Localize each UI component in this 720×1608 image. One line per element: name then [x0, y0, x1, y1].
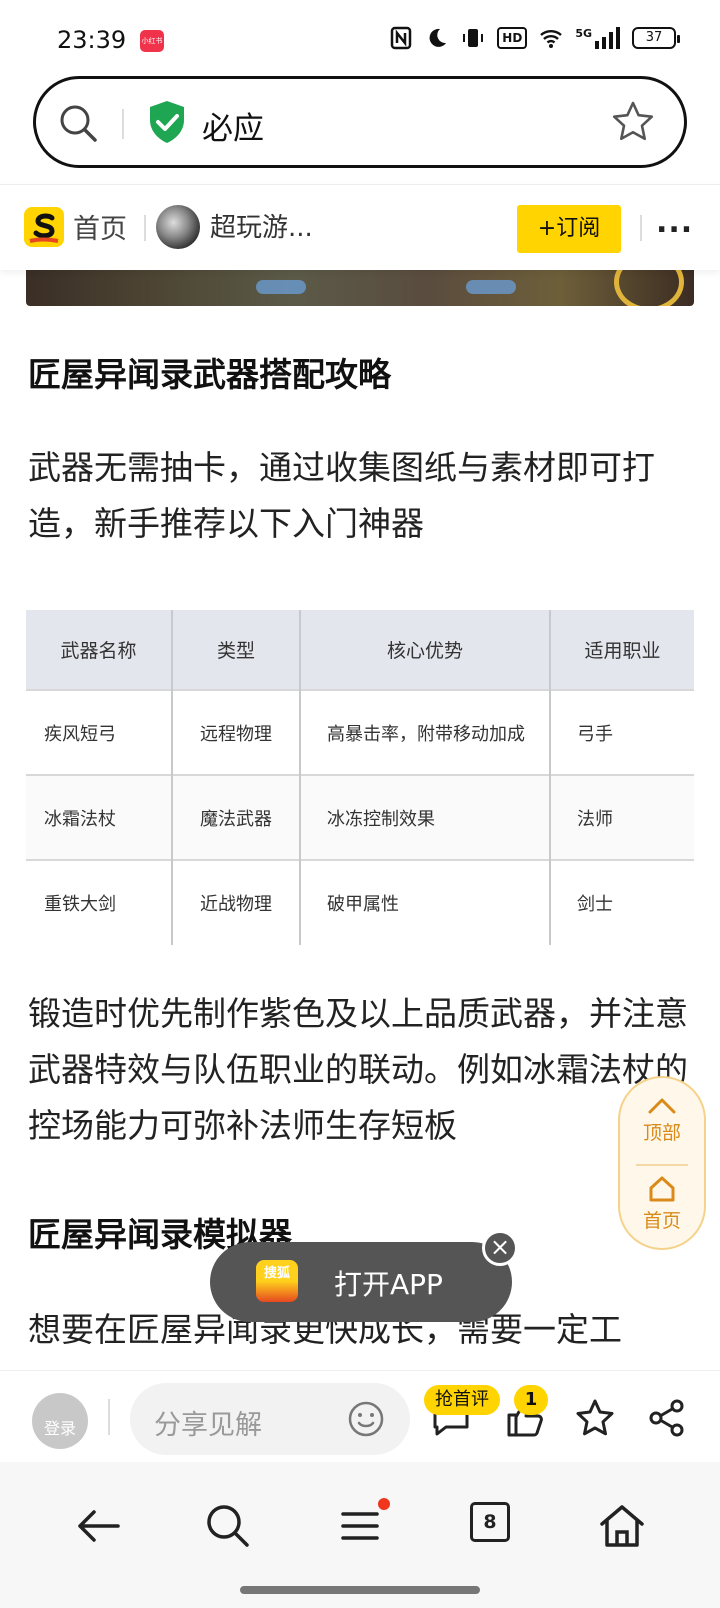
comment-bar: 登录 分享见解 抢首评 1: [0, 1370, 720, 1462]
search-icon[interactable]: [202, 1500, 254, 1552]
browser-bottom-nav: 8: [0, 1462, 720, 1608]
table-cell: 重铁大剑: [26, 859, 173, 945]
table-cell: 弓手: [550, 689, 694, 775]
table-cell: 远程物理: [172, 689, 301, 775]
banner-emblem: [614, 264, 684, 306]
notification-dot: [378, 1498, 390, 1510]
shield-check-icon: [150, 101, 184, 143]
address-search-bar[interactable]: 必应: [33, 76, 687, 168]
floating-side-pill: 顶部 首页: [618, 1076, 706, 1250]
table-cell: 近战物理: [172, 859, 301, 945]
app-logo-text: 搜狐: [263, 1266, 290, 1281]
network-type: 5G: [575, 27, 592, 40]
sohu-logo-icon[interactable]: [24, 207, 64, 247]
comment-placeholder: 分享见解: [154, 1410, 262, 1441]
app-notification-icon: 小红书: [140, 30, 164, 52]
table-row: 重铁大剑 近战物理 破甲属性 剑士: [26, 859, 694, 945]
status-icons: HD 5G 37: [389, 26, 680, 50]
table-cell: 法师: [550, 774, 694, 860]
back-to-top-button[interactable]: 顶部: [620, 1094, 704, 1145]
signal-icon: [595, 27, 620, 49]
table-header-row: 武器名称 类型 核心优势 适用职业: [26, 610, 694, 690]
table-header: 适用职业: [550, 610, 694, 690]
article-paragraph-1: 武器无需抽卡，通过收集图纸与素材即可打造，新手推荐以下入门神器: [28, 448, 655, 543]
table-header: 武器名称: [26, 610, 173, 690]
table-cell: 破甲属性: [300, 859, 551, 945]
table-cell: 冰冻控制效果: [300, 774, 551, 860]
hd-icon: HD: [497, 27, 528, 49]
share-icon[interactable]: [646, 1397, 688, 1439]
nfc-icon: [391, 26, 412, 50]
gesture-home-bar[interactable]: [240, 1586, 480, 1594]
table-cell: 魔法武器: [172, 774, 301, 860]
logo-s-icon: [29, 213, 59, 243]
pill-home-button[interactable]: 首页: [620, 1174, 704, 1233]
back-arrow-icon[interactable]: [72, 1500, 124, 1552]
moon-icon: [429, 28, 447, 47]
subscribe-button[interactable]: +订阅: [517, 205, 621, 253]
login-avatar[interactable]: 登录: [32, 1393, 88, 1449]
menu-icon[interactable]: [334, 1500, 386, 1552]
favorite-star-icon[interactable]: [574, 1397, 616, 1439]
table-header: 类型: [172, 610, 301, 690]
article-game-image: [26, 264, 694, 306]
status-bar: 23:39 小红书 HD 5G 37: [0, 0, 720, 80]
vibrate-icon: [463, 29, 484, 47]
home-icon[interactable]: [596, 1500, 648, 1552]
status-time: 23:39: [57, 26, 127, 54]
nav-home-link[interactable]: 首页: [73, 207, 127, 246]
author-name[interactable]: 超玩游...: [210, 207, 313, 244]
open-app-label: 打开APP: [334, 1268, 443, 1301]
table-cell: 剑士: [550, 859, 694, 945]
pill-home-label: 首页: [642, 1210, 681, 1232]
table-row: 冰霜法杖 魔法武器 冰冻控制效果 法师: [26, 774, 694, 860]
table-header: 核心优势: [300, 610, 551, 690]
search-divider: [122, 109, 124, 139]
sohu-app-icon: 搜狐: [256, 1260, 298, 1302]
home-icon: [649, 1176, 675, 1202]
weapon-table: 武器名称 类型 核心优势 适用职业 疾风短弓 远程物理 高暴击率，附带移动加成 …: [26, 610, 694, 945]
site-nav-bar: 首页 超玩游... +订阅 ...: [0, 184, 720, 270]
author-avatar[interactable]: [156, 205, 200, 249]
close-icon[interactable]: ×: [482, 1230, 518, 1266]
table-cell: 疾风短弓: [26, 689, 173, 775]
chevron-up-icon: [648, 1098, 676, 1114]
nav-separator-right: [640, 215, 642, 241]
article-paragraph-2: 锻造时优先制作紫色及以上品质武器，并注意武器特效与队伍职业的联动。例如冰霜法杖的…: [28, 994, 688, 1145]
emoji-icon[interactable]: [346, 1399, 386, 1439]
comment-input[interactable]: 分享见解: [130, 1383, 410, 1455]
more-options-icon[interactable]: ...: [656, 205, 693, 240]
comment-separator: [108, 1399, 110, 1435]
battery-indicator: 37: [632, 27, 680, 49]
pill-divider: [636, 1164, 688, 1166]
search-query[interactable]: 必应: [202, 103, 264, 148]
table-row: 疾风短弓 远程物理 高暴击率，附带移动加成 弓手: [26, 689, 694, 775]
open-app-button[interactable]: 搜狐 打开APP ×: [210, 1230, 518, 1322]
signal-indicator: 5G: [575, 27, 620, 49]
table-cell: 高暴击率，附带移动加成: [300, 689, 551, 775]
banner-stat-1: [256, 280, 306, 294]
nav-separator: [144, 215, 146, 241]
search-icon[interactable]: [56, 101, 100, 145]
section-heading-weapons: 匠屋异闻录武器搭配攻略: [28, 355, 391, 394]
bookmark-star-icon[interactable]: [610, 99, 656, 145]
like-count-badge: 1: [514, 1385, 548, 1415]
tabs-button[interactable]: 8: [470, 1502, 510, 1542]
table-cell: 冰霜法杖: [26, 774, 173, 860]
first-review-badge[interactable]: 抢首评: [424, 1385, 500, 1415]
banner-stat-2: [466, 280, 516, 294]
back-to-top-label: 顶部: [642, 1122, 681, 1144]
wifi-icon: [540, 30, 563, 48]
